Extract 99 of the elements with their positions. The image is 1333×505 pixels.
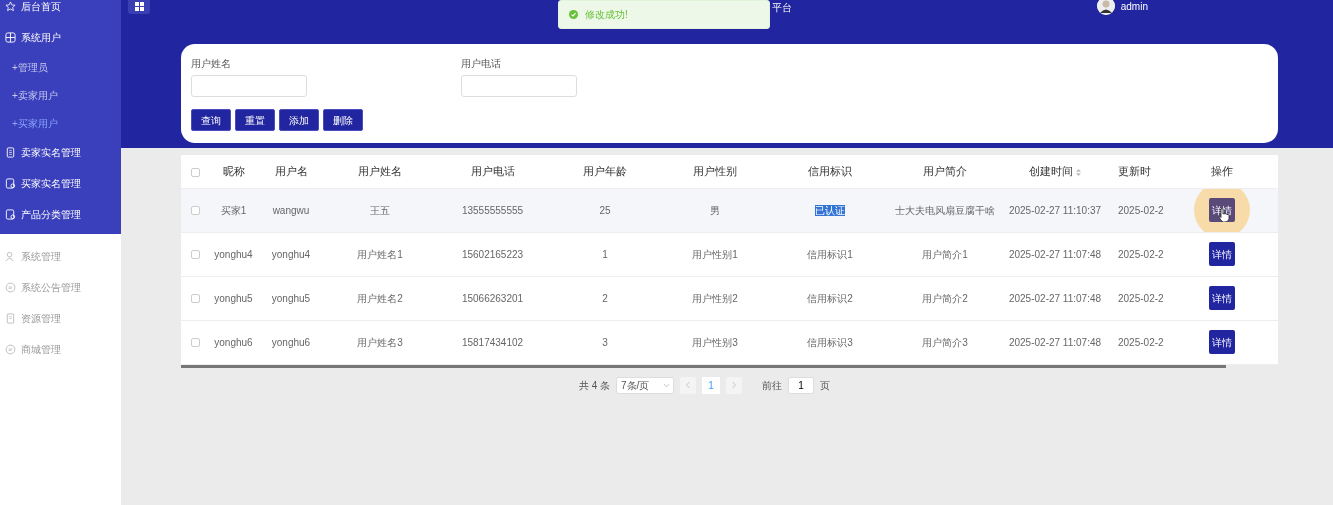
avatar-icon[interactable] xyxy=(1096,0,1115,15)
grid-icon xyxy=(134,2,144,11)
table-cell: wangwu xyxy=(272,204,310,216)
page-input[interactable]: 1 xyxy=(788,376,815,394)
field-label: 用户电话 xyxy=(461,57,502,71)
column-header: 用户名 xyxy=(274,165,308,177)
column-header: 用户性别 xyxy=(693,165,737,177)
grid-icon xyxy=(5,32,16,43)
table-cell: 1 xyxy=(602,248,608,260)
site-title: 平台 xyxy=(772,1,792,15)
detail-button[interactable]: 详情 xyxy=(1208,330,1235,354)
table-cell: 2025-02-27 11:07:48 xyxy=(1008,248,1102,260)
table-cell: 2025-02-2 xyxy=(1118,204,1164,216)
table-cell: yonghu5 xyxy=(214,292,253,304)
checkbox[interactable] xyxy=(191,206,200,216)
sidebar-subitem[interactable]: +买家用户 xyxy=(0,109,121,137)
table-cell: 用户姓名3 xyxy=(357,336,403,348)
input-field[interactable] xyxy=(461,75,577,97)
table-cell: 男 xyxy=(710,204,720,216)
action-button[interactable]: 删除 xyxy=(323,109,363,131)
checkbox[interactable] xyxy=(191,167,200,177)
table-cell: 用户姓名2 xyxy=(357,292,403,304)
table-cell: 用户性别2 xyxy=(692,292,738,304)
table-cell: 用户简介2 xyxy=(922,292,968,304)
table-cell: 用户简介1 xyxy=(922,248,968,260)
table-cell: 信用标识2 xyxy=(807,292,853,304)
total-count: 共 4 条 xyxy=(578,378,611,393)
table-cell: 15602165223 xyxy=(461,248,524,260)
document-icon xyxy=(5,178,16,189)
table-cell: 2025-02-2 xyxy=(1118,336,1164,348)
column-header: 用户电话 xyxy=(470,165,515,177)
table-cell: 2025-02-27 11:10:37 xyxy=(1008,204,1102,216)
table-cell: 买家1 xyxy=(220,204,247,216)
sidebar-item[interactable]: 后台首页 xyxy=(0,0,121,22)
sidebar-subitem[interactable]: +卖家用户 xyxy=(0,81,121,109)
table-cell: 2025-02-27 11:07:48 xyxy=(1008,292,1102,304)
sidebar-subitem[interactable]: +管理员 xyxy=(0,53,121,81)
table-cell: 15817434102 xyxy=(461,336,524,348)
page-suffix: 页 xyxy=(820,378,831,393)
table-cell: 13555555555 xyxy=(461,204,524,216)
table-cell: 2 xyxy=(602,292,608,304)
chevron-down-icon xyxy=(664,383,670,387)
column-header: 用户简介 xyxy=(923,165,967,177)
column-header: 用户姓名 xyxy=(358,165,402,177)
checkbox[interactable] xyxy=(191,294,200,304)
menu-toggle-button[interactable] xyxy=(128,0,150,14)
clipboard-icon xyxy=(5,313,16,324)
table-cell: 用户简介3 xyxy=(922,336,968,348)
sort-icon[interactable] xyxy=(1076,168,1082,176)
table-cell: 用户性别1 xyxy=(692,248,738,260)
clipboard-icon xyxy=(5,147,16,158)
document-icon xyxy=(5,209,16,220)
table-cell: yonghu4 xyxy=(271,248,311,260)
column-header: 用户年龄 xyxy=(583,165,627,177)
sidebar-item[interactable]: 产品分类管理 xyxy=(0,199,121,230)
star-icon xyxy=(5,1,16,12)
sidebar-item[interactable]: 系统用户 xyxy=(0,22,121,53)
table-cell: 2025-02-2 xyxy=(1118,292,1164,304)
table-cell: 25 xyxy=(599,204,611,216)
page-size-select[interactable]: 7条/页 xyxy=(616,376,675,394)
action-button[interactable]: 查询 xyxy=(191,109,231,131)
table-cell: yonghu5 xyxy=(271,292,311,304)
table-cell: 用户姓名1 xyxy=(357,248,403,260)
table-cell: 3 xyxy=(602,336,608,348)
table-cell: 2025-02-2 xyxy=(1118,248,1164,260)
chat-icon xyxy=(5,344,16,355)
input-field[interactable] xyxy=(191,75,307,97)
field-label: 用户姓名 xyxy=(191,57,232,71)
column-header: 信用标识 xyxy=(808,165,852,177)
sidebar-item[interactable]: 买家实名管理 xyxy=(0,168,121,199)
table-cell: 信用标识1 xyxy=(807,248,853,260)
table-cell: yonghu4 xyxy=(214,248,253,260)
table-cell: 士大夫电风扇豆腐干啥 xyxy=(895,204,995,216)
detail-button[interactable]: 详情 xyxy=(1208,286,1235,310)
person-icon xyxy=(5,251,16,262)
selected-text: 已认证 xyxy=(815,204,845,216)
table-cell: yonghu6 xyxy=(271,336,311,348)
table-cell: yonghu6 xyxy=(214,336,253,348)
username[interactable]: admin xyxy=(1120,0,1148,14)
table-cell: 用户性别3 xyxy=(692,336,738,348)
detail-button[interactable]: 详情 xyxy=(1208,242,1235,266)
chat-icon xyxy=(5,282,16,293)
action-button[interactable]: 添加 xyxy=(279,109,319,131)
column-header: 昵称 xyxy=(222,165,245,177)
table-cell: 信用标识3 xyxy=(807,336,853,348)
checkbox[interactable] xyxy=(191,338,200,348)
success-icon xyxy=(569,10,578,19)
table-cell: 15066263201 xyxy=(461,292,524,304)
checkbox[interactable] xyxy=(191,250,200,260)
toast-text: 修改成功! xyxy=(585,8,628,22)
sidebar-item[interactable]: 卖家实名管理 xyxy=(0,137,121,168)
column-header: 操作 xyxy=(1210,165,1233,177)
action-button[interactable]: 重置 xyxy=(235,109,275,131)
table-cell: 2025-02-27 11:07:48 xyxy=(1008,336,1102,348)
column-header[interactable]: 创建时间 xyxy=(1028,165,1082,177)
column-header: 更新时 xyxy=(1118,165,1151,177)
table-cell: 王五 xyxy=(370,204,390,216)
goto-label: 前往 xyxy=(762,378,783,393)
horizontal-scrollbar[interactable] xyxy=(181,364,1226,368)
